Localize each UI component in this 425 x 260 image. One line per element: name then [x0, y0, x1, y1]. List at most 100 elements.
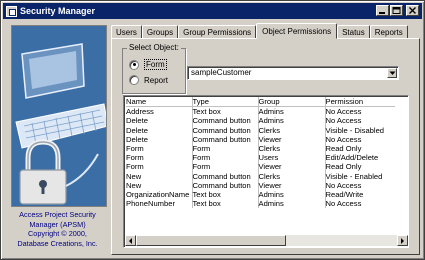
scroll-right-button[interactable]	[397, 235, 408, 246]
security-illustration	[11, 25, 107, 207]
object-select-combo[interactable]: sampleCustomer	[187, 66, 399, 80]
table-row[interactable]: New Command button Viewer No Access	[126, 180, 395, 191]
column-header[interactable]: Type	[192, 97, 259, 108]
credits-line: Copyright © 2000,	[28, 229, 87, 238]
table-cell: Form	[126, 144, 193, 154]
credits-line: Manager (APSM)	[29, 219, 86, 229]
table-cell: New	[126, 171, 193, 181]
table-cell: No Access	[325, 107, 362, 117]
table-cell: Users	[258, 153, 326, 163]
table-cell: New	[126, 180, 193, 191]
table-cell: Delete	[126, 125, 193, 135]
table-row[interactable]: OrganizationName Text box Admins Read/Write	[126, 190, 395, 200]
table-cell: Read Only	[325, 144, 362, 154]
table-cell: Admins	[258, 116, 326, 126]
close-icon	[409, 7, 416, 14]
table-row[interactable]: Address Text box Admins No Access	[126, 106, 395, 117]
table-cell: No Access	[325, 199, 362, 209]
radio-form-label: Form	[144, 59, 167, 70]
maximize-icon	[392, 7, 401, 14]
table-cell: Command button	[192, 134, 259, 145]
table-row[interactable]: Form Form Users Edit/Add/Delete	[126, 153, 395, 163]
arrow-right-icon	[401, 238, 404, 244]
table-cell: No Access	[325, 116, 362, 126]
table-cell: Admins	[258, 190, 326, 200]
table-cell: Command button	[192, 125, 259, 135]
window-controls	[375, 5, 419, 16]
scrollbar-thumb[interactable]	[136, 235, 286, 246]
credits-line: Database Creations, Inc.	[17, 238, 98, 248]
table-row[interactable]: Form Form Clerks Read Only	[126, 144, 395, 154]
table-cell: Edit/Add/Delete	[325, 153, 379, 163]
table-cell: Form	[126, 153, 193, 163]
permissions-list[interactable]: Name Type Group Permission Address Text box Ad…	[123, 95, 409, 248]
table-cell: Viewer	[258, 134, 326, 145]
select-object-group: Select Object: Form Report	[122, 43, 186, 94]
table-cell: Clerks	[258, 144, 326, 154]
combo-dropdown-button[interactable]	[387, 68, 397, 78]
column-header[interactable]: Name	[126, 97, 193, 108]
scroll-left-button[interactable]	[125, 235, 136, 246]
table-cell: Clerks	[258, 125, 326, 135]
tab-group-permissions[interactable]: Group Permissions	[178, 25, 257, 39]
tab-strip: Users Groups Group Permissions Object Pe…	[111, 23, 408, 39]
arrow-left-icon	[129, 238, 132, 244]
table-row[interactable]: Form Form Viewer Read Only	[126, 162, 395, 172]
table-cell: Address	[126, 106, 193, 117]
table-cell: Delete	[126, 134, 193, 145]
table-row[interactable]: Delete Command button Clerks Visible - Disa…	[126, 125, 395, 135]
radio-form-indicator[interactable]	[129, 59, 139, 70]
minimize-icon	[379, 12, 385, 14]
chevron-down-icon	[389, 71, 396, 75]
table-cell: No Access	[325, 134, 362, 144]
table-cell: Form	[192, 153, 259, 163]
table-cell: Viewer	[258, 162, 326, 172]
radio-report[interactable]: Report	[129, 75, 168, 85]
table-row[interactable]: PhoneNumber Text box Admins No Access	[126, 199, 395, 209]
select-object-legend: Select Object:	[127, 43, 181, 52]
table-cell: Form	[192, 162, 259, 172]
table-row[interactable]: New Command button Clerks Visible - Enabled	[126, 171, 395, 181]
horizontal-scrollbar[interactable]	[125, 235, 408, 246]
maximize-button[interactable]	[390, 5, 403, 16]
column-header[interactable]: Group	[258, 97, 326, 108]
table-row[interactable]: Delete Command button Admins No Access	[126, 116, 395, 126]
tab-groups[interactable]: Groups	[141, 25, 179, 39]
object-select-value: sampleCustomer	[191, 68, 252, 77]
table-cell: Command button	[192, 116, 259, 126]
table-row[interactable]: Delete Command button Viewer No Access	[126, 134, 395, 145]
table-cell: Read/Write	[325, 190, 364, 200]
table-cell: Visible - Enabled	[325, 171, 383, 181]
table-cell: Visible - Disabled	[325, 125, 385, 135]
object-permissions-panel: Select Object: Form Report sampleCustome…	[111, 38, 420, 255]
credits-line: Access Project Security	[19, 210, 96, 219]
side-panel: Access Project Security Manager (APSM) C…	[8, 24, 107, 256]
table-cell: Command button	[192, 180, 259, 191]
table-cell: PhoneNumber	[126, 199, 193, 209]
table-cell: Form	[192, 144, 259, 154]
tab-users[interactable]: Users	[111, 25, 142, 39]
radio-form[interactable]: Form	[129, 59, 167, 70]
table-cell: OrganizationName	[126, 190, 193, 200]
close-button[interactable]	[406, 5, 419, 16]
table-cell: Admins	[258, 199, 326, 209]
table-header-row: Name Type Group Permission	[126, 97, 395, 108]
table-cell: Admins	[258, 106, 326, 117]
table-cell: Text box	[192, 199, 259, 209]
table-cell: Command button	[192, 171, 259, 181]
table-cell: Text box	[192, 106, 259, 117]
radio-report-indicator[interactable]	[129, 75, 139, 85]
table-cell: Viewer	[258, 180, 326, 191]
tab-object-permissions[interactable]: Object Permissions	[256, 23, 338, 39]
tab-reports[interactable]: Reports	[369, 25, 408, 39]
table-cell: Read Only	[325, 162, 362, 172]
minimize-button[interactable]	[376, 5, 389, 16]
column-header[interactable]: Permission	[325, 97, 395, 108]
app-icon[interactable]	[6, 5, 17, 17]
title-bar[interactable]: Security Manager	[3, 3, 422, 19]
tab-status[interactable]: Status	[337, 25, 370, 39]
window-title: Security Manager	[20, 6, 96, 16]
permissions-table: Name Type Group Permission Address Text box Ad…	[126, 97, 395, 209]
table-cell: Clerks	[258, 171, 326, 181]
table-cell: Form	[126, 162, 193, 172]
